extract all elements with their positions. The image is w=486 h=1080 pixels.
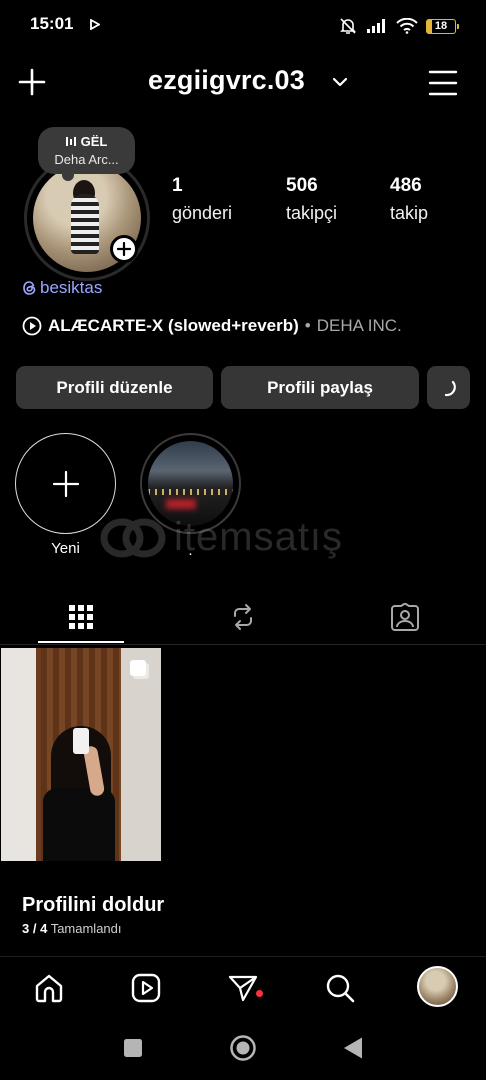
watermark-text: itemsatış <box>174 515 344 559</box>
direct-message-icon <box>228 975 258 1002</box>
grid-icon <box>69 605 93 629</box>
profile-note[interactable]: GËL Deha Arc... <box>38 127 135 181</box>
plus-icon <box>52 470 79 497</box>
tab-tagged[interactable] <box>324 590 486 644</box>
status-time: 15:01 <box>30 14 74 33</box>
play-circle-icon <box>22 316 42 336</box>
tab-reposts[interactable] <box>162 590 324 644</box>
plus-icon <box>117 242 131 256</box>
menu-button[interactable] <box>428 70 458 96</box>
hamburger-icon <box>428 70 458 96</box>
create-button[interactable] <box>18 68 46 96</box>
recent-apps-button[interactable] <box>119 1034 147 1062</box>
music-artist: DEHA INC. <box>316 316 402 335</box>
nav-profile-avatar[interactable] <box>417 966 458 1007</box>
chevron-down-icon[interactable] <box>332 77 348 87</box>
signal-icon <box>366 18 388 34</box>
stat-posts-count: 1 <box>172 175 183 196</box>
tagged-user-icon <box>391 603 419 631</box>
battery-level: 18 <box>434 20 448 32</box>
stat-followers-count: 506 <box>286 175 318 196</box>
nav-reels[interactable] <box>124 966 168 1010</box>
plus-icon <box>18 68 46 96</box>
tab-posts-grid[interactable] <box>0 590 162 644</box>
bottom-nav-divider <box>0 956 486 957</box>
profile-username[interactable]: ezgiigvrc.03 <box>148 65 305 96</box>
stat-followers-label: takipçi <box>286 203 338 223</box>
loading-spinner-icon <box>444 380 456 396</box>
triangle-back-icon <box>344 1037 362 1059</box>
audio-bars-icon <box>65 136 77 147</box>
notification-dot <box>256 990 263 997</box>
square-icon <box>124 1039 142 1057</box>
threads-link[interactable]: besiktas <box>22 278 102 298</box>
nav-search[interactable] <box>318 966 362 1010</box>
status-icons: 18 <box>338 16 459 36</box>
profile-completion-progress: 3 / 4 <box>22 921 48 936</box>
note-title-row: GËL <box>46 134 127 149</box>
watermark: itemsatış <box>100 515 343 560</box>
stat-following-count: 486 <box>390 175 422 196</box>
wifi-icon <box>396 18 418 34</box>
stat-following-label: takip <box>390 203 429 223</box>
home-icon <box>35 974 63 1003</box>
profile-completion-status: 3 / 4 Tamamlandı <box>22 921 122 936</box>
highlight-cover <box>148 441 233 526</box>
reels-icon <box>131 973 161 1003</box>
profile-music[interactable]: ALÆCARTE-X (slowed+reverb) • DEHA INC. <box>22 316 402 336</box>
stat-posts[interactable]: 1 gönderi <box>172 175 232 224</box>
note-title: GËL <box>80 134 108 149</box>
profile-completion-title[interactable]: Profilini doldur <box>22 894 164 917</box>
nav-messages[interactable] <box>221 966 265 1010</box>
play-icon <box>90 19 100 30</box>
music-title: ALÆCARTE-X (slowed+reverb) <box>48 316 299 335</box>
share-profile-button[interactable]: Profili paylaş <box>221 366 419 409</box>
search-icon <box>326 974 355 1003</box>
stat-followers[interactable]: 506 takipçi <box>286 175 337 224</box>
battery-icon: 18 <box>426 18 459 34</box>
note-subtitle: Deha Arc... <box>54 152 119 167</box>
music-separator: • <box>304 316 311 335</box>
threads-icon <box>22 280 37 296</box>
threads-handle: besiktas <box>40 278 103 297</box>
back-button[interactable] <box>339 1034 367 1062</box>
nav-home[interactable] <box>27 966 71 1010</box>
discover-people-button[interactable] <box>427 366 470 409</box>
watermark-logo-icon <box>100 518 166 557</box>
profile-completion-label: Tamamlandı <box>50 921 122 936</box>
add-story-button[interactable] <box>110 235 138 263</box>
home-button[interactable] <box>229 1034 257 1062</box>
stat-following[interactable]: 486 takip <box>390 175 428 224</box>
edit-profile-button[interactable]: Profili düzenle <box>16 366 213 409</box>
circle-icon <box>230 1035 256 1061</box>
repost-icon <box>234 604 252 630</box>
carousel-icon <box>128 658 152 682</box>
stat-posts-label: gönderi <box>172 203 233 223</box>
bell-muted-icon <box>338 16 358 36</box>
active-tab-indicator <box>38 641 124 643</box>
tabs-divider <box>0 644 486 645</box>
